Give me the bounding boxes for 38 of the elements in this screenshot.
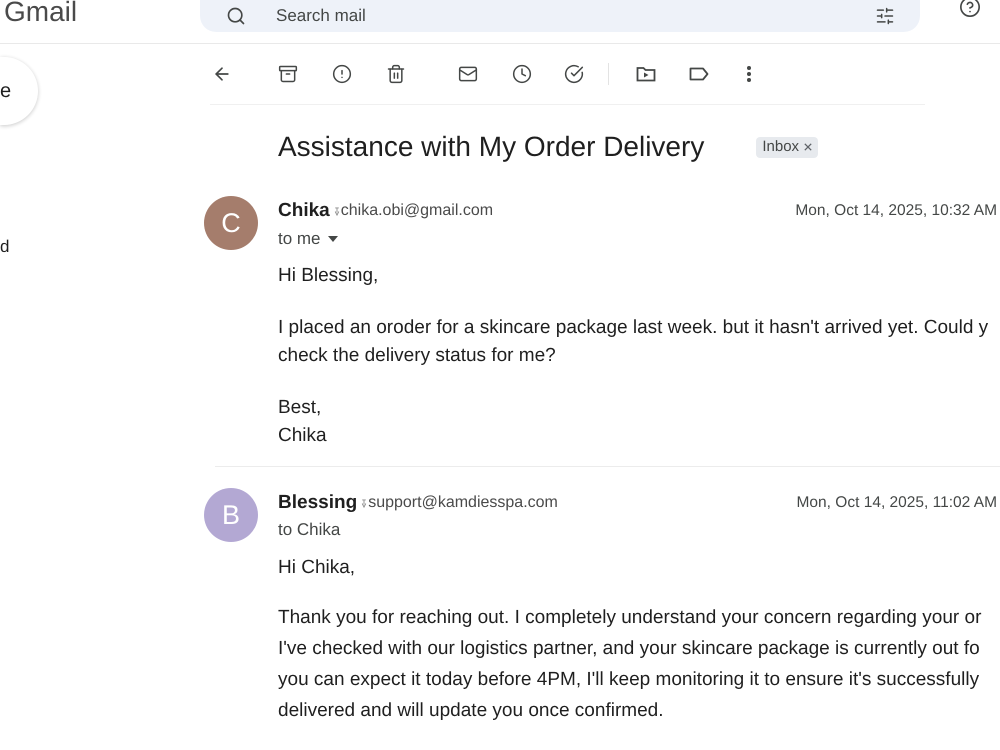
more-vertical-icon	[747, 66, 751, 82]
sender-name: Blessing	[278, 490, 358, 515]
search-icon[interactable]	[226, 6, 246, 26]
check-circle-icon	[564, 64, 584, 84]
sidebar-item[interactable]: d	[0, 237, 10, 257]
search-field[interactable]: Search mail	[200, 0, 920, 32]
message-paragraph: Thank you for reaching out. I completely understand your concern regarding your or I've checked with our logistics partner, and your skincare package is currently out fo you can expect it today before 4PM, I'll keep monitoring it to ensure it's successfully delivered and will update you once confirmed.	[278, 606, 982, 723]
message-paragraph: I placed an oroder for a skincare package last week. but it hasn't arrived yet. Could y check the delivery status for me?	[278, 316, 990, 368]
recipients-dropdown[interactable]: to Chika	[278, 520, 340, 540]
envelope-icon	[458, 64, 478, 84]
sender-email: support@kamdiesspa.com	[368, 493, 558, 513]
gmail-logo-text: Gmail	[4, 0, 78, 24]
label-chip[interactable]: Inbox	[756, 136, 818, 158]
message-paragraph: Best, Chika	[278, 396, 328, 448]
caret-icon	[328, 236, 338, 242]
sender-name: Chika	[278, 198, 330, 223]
folder-icon	[636, 65, 656, 83]
help-icon[interactable]	[959, 0, 981, 18]
close-icon[interactable]	[804, 143, 812, 151]
recipients-dropdown[interactable]: to me	[278, 229, 338, 249]
thread-subject: Assistance with My Order Delivery	[278, 130, 704, 164]
search-input[interactable]: Search mail	[276, 3, 875, 29]
filter-icon[interactable]	[875, 6, 895, 26]
label-tag-icon	[689, 67, 709, 81]
avatar: B	[204, 488, 258, 542]
small-glyph-icon	[334, 206, 340, 216]
trash-icon	[386, 64, 406, 84]
avatar: C	[204, 196, 258, 250]
small-glyph-icon	[361, 498, 368, 508]
clock-icon	[512, 64, 532, 84]
sender-email: chika.obi@gmail.com	[340, 201, 494, 221]
message-date: Mon, Oct 14, 2025, 10:32 AM	[795, 201, 997, 222]
message-date: Mon, Oct 14, 2025, 11:02 AM	[796, 493, 997, 514]
message-paragraph: Hi Blessing,	[278, 264, 380, 288]
alert-circle-icon	[332, 64, 352, 84]
message-paragraph: Hi Chika,	[278, 556, 356, 580]
compose-button[interactable]: e	[0, 57, 38, 125]
archive-icon	[278, 64, 298, 84]
